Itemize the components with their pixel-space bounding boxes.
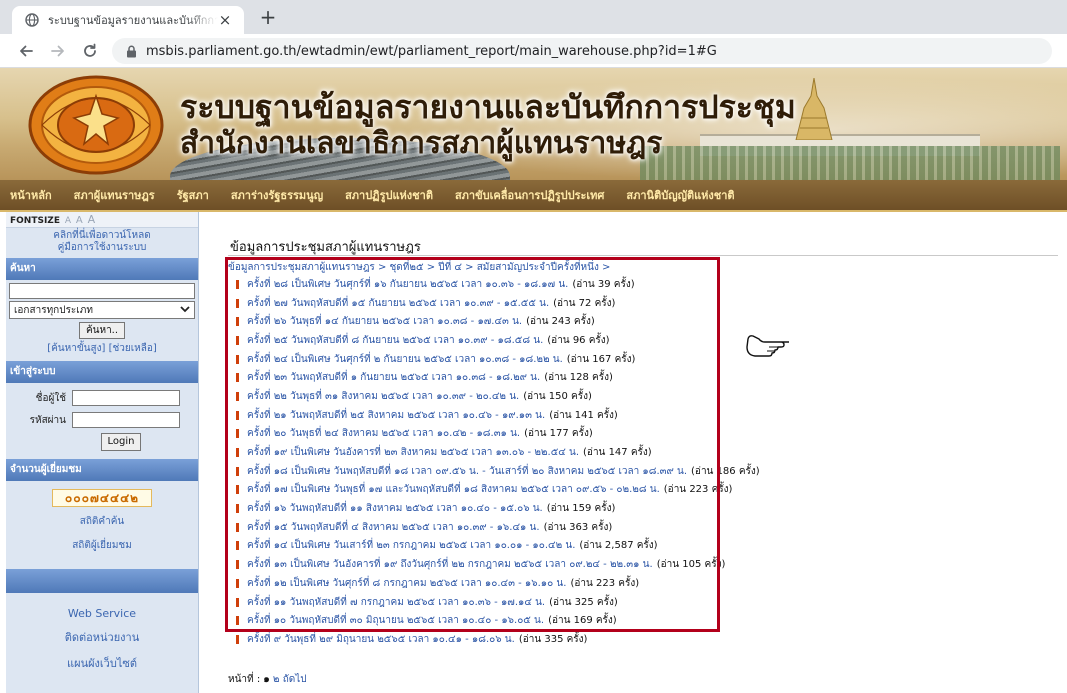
page-title: ข้อมูลการประชุมสภาผู้แทนราษฎร — [230, 240, 421, 255]
main-navigation: หน้าหลัก สภาผู้แทนราษฎร รัฐสภา สภาร่างรั… — [0, 180, 1067, 212]
forward-arrow-icon[interactable] — [46, 39, 70, 63]
login-section-header: เข้าสู่ระบบ — [6, 361, 198, 383]
password-row: รหัสผ่าน — [6, 409, 198, 431]
username-input[interactable] — [72, 390, 180, 406]
visitor-statistics-link[interactable]: สถิติผู้เยี่ยมชม — [6, 539, 198, 553]
parliament-emblem-logo — [28, 75, 164, 175]
nav-national-reform-council[interactable]: สภาปฏิรูปแห่งชาติ — [345, 186, 433, 204]
download-link[interactable]: คลิกที่นี่เพื่อดาวน์โหลด — [6, 230, 198, 242]
title-divider — [228, 255, 1058, 256]
username-row: ชื่อผู้ใช้ — [6, 387, 198, 409]
web-service-link[interactable]: Web Service — [6, 607, 198, 620]
search-section-header: ค้นหา — [6, 258, 198, 280]
document-type-value: เอกสารทุกประเภท — [14, 304, 93, 316]
new-tab-button[interactable]: + — [256, 6, 280, 30]
left-sidebar: FONTSIZE A A A คลิกที่นี่เพื่อดาวน์โหลด … — [6, 212, 199, 693]
visitor-counter: ๐๐๐๗๔๔๔๒ — [52, 489, 152, 507]
sitemap-link[interactable]: แผนผังเว็บไซต์ — [6, 654, 198, 672]
fontsize-large-button[interactable]: A — [88, 213, 96, 226]
highlight-annotation-box — [225, 257, 720, 632]
pagoda-tower-image — [795, 78, 833, 140]
password-label: รหัสผ่าน — [29, 414, 66, 426]
fontsize-control: FONTSIZE A A A — [6, 212, 198, 228]
nav-home[interactable]: หน้าหลัก — [10, 186, 52, 204]
username-label: ชื่อผู้ใช้ — [35, 392, 66, 404]
pointing-hand-icon — [746, 335, 789, 357]
pager-page-2[interactable]: ๒ — [273, 674, 280, 685]
browser-tab-strip: ระบบฐานข้อมูลรายงานและบันทึกการประชุม × … — [0, 0, 1067, 34]
nav-parliament[interactable]: รัฐสภา — [177, 186, 209, 204]
search-statistics-link[interactable]: สถิติคำค้น — [6, 515, 198, 529]
document-type-select[interactable]: เอกสารทุกประเภท — [9, 301, 195, 319]
fontsize-medium-button[interactable]: A — [76, 215, 83, 226]
browser-tab[interactable]: ระบบฐานข้อมูลรายงานและบันทึกการประชุม × — [12, 6, 244, 34]
password-input[interactable] — [72, 412, 180, 428]
back-arrow-icon[interactable] — [14, 39, 38, 63]
search-input[interactable] — [9, 283, 195, 299]
list-item[interactable]: ครั้งที่ ๙ วันพุธที่ ๒๙ มิถุนายน ๒๕๖๕ เว… — [236, 630, 1056, 649]
pagination: หน้าที่ : ๑ ๒ ถัดไป — [228, 672, 307, 687]
nav-house-of-representatives[interactable]: สภาผู้แทนราษฎร — [74, 186, 155, 204]
nav-national-legislative-assembly[interactable]: สภานิติบัญญัติแห่งชาติ — [626, 186, 734, 204]
search-button[interactable]: ค้นหา.. — [79, 322, 125, 339]
close-tab-icon[interactable]: × — [216, 11, 234, 29]
globe-icon — [24, 12, 40, 28]
bullet-marker — [236, 634, 239, 644]
visitors-section-header: จำนวนผู้เยี่ยมชม — [6, 459, 198, 481]
tab-title: ระบบฐานข้อมูลรายงานและบันทึกการประชุม — [48, 14, 218, 27]
read-count: (อ่าน 335 ครั้ง) — [518, 633, 588, 645]
contact-link[interactable]: ติดต่อหน่วยงาน — [6, 628, 198, 646]
pager-next[interactable]: ถัดไป — [283, 674, 307, 685]
lock-icon — [126, 44, 140, 58]
address-bar[interactable]: msbis.parliament.go.th/ewtadmin/ewt/parl… — [112, 38, 1052, 64]
garden-image — [640, 146, 1060, 180]
reload-icon[interactable] — [78, 39, 102, 63]
meeting-link[interactable]: ครั้งที่ ๙ วันพุธที่ ๒๙ มิถุนายน ๒๕๖๕ เว… — [247, 632, 515, 647]
fontsize-label: FONTSIZE — [10, 216, 60, 226]
site-banner: ระบบฐานข้อมูลรายงานและบันทึกการประชุม สำ… — [0, 68, 1067, 180]
advanced-search-help-link[interactable]: [ค้นหาขั้นสูง] [ช่วยเหลือ] — [6, 343, 198, 355]
fontsize-small-button[interactable]: A — [65, 216, 71, 226]
login-button[interactable]: Login — [101, 433, 141, 451]
nav-national-reform-steering-assembly[interactable]: สภาขับเคลื่อนการปฏิรูปประเทศ — [455, 186, 604, 204]
browser-toolbar: msbis.parliament.go.th/ewtadmin/ewt/parl… — [0, 34, 1067, 68]
url-text: msbis.parliament.go.th/ewtadmin/ewt/parl… — [146, 43, 717, 59]
pager-current-page: ๑ — [263, 674, 270, 685]
pager-label: หน้าที่ : — [228, 674, 261, 685]
chevron-down-icon — [180, 305, 190, 316]
user-manual-link[interactable]: คู่มือการใช้งานระบบ — [6, 242, 198, 254]
nav-constitution-drafting-assembly[interactable]: สภาร่างรัฐธรรมนูญ — [231, 186, 323, 204]
sidebar-divider-band — [6, 569, 198, 593]
site-title-line-2: สำนักงานเลขาธิการสภาผู้แทนราษฎร — [180, 126, 663, 161]
